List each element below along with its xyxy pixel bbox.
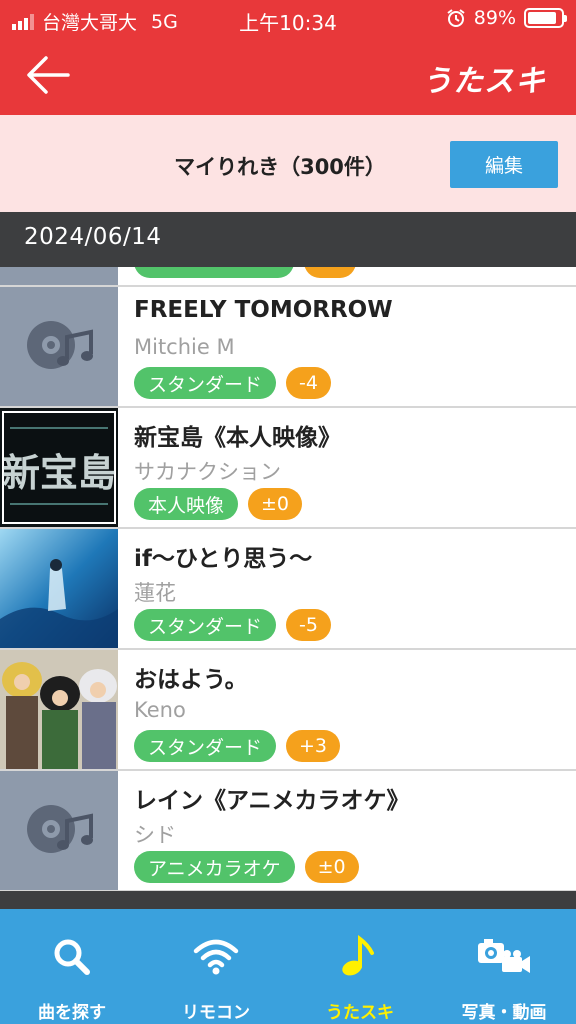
disc-music-icon [0, 771, 118, 890]
edit-button[interactable]: 編集 [450, 141, 558, 188]
tab-bar: 曲を探す リモコン うたスキ 写真・動画 [0, 909, 576, 1024]
navigation-bar: うたスキ [0, 38, 576, 115]
next-date-section-header [0, 891, 576, 911]
wifi-icon [193, 939, 239, 975]
song-title: レイン《アニメカラオケ》 [134, 788, 410, 814]
search-icon [54, 939, 90, 975]
battery-percent: 89% [473, 7, 516, 29]
artist-name: Mitchie M [134, 335, 235, 359]
brand-logo: うたスキ [422, 64, 546, 99]
key-badge: +3 [286, 730, 341, 762]
tab-remote[interactable]: リモコン [144, 909, 288, 1024]
key-badge: ±0 [248, 488, 303, 520]
album-artwork [0, 650, 118, 769]
song-title: 新宝島《本人映像》 [134, 425, 341, 451]
date-section-header: 2024/06/14 [0, 212, 576, 267]
category-badge: スタンダード [134, 609, 277, 641]
key-badge: ±0 [304, 851, 359, 883]
tab-search[interactable]: 曲を探す [0, 909, 144, 1024]
tab-utasuki[interactable]: うたスキ [288, 909, 432, 1024]
tab-label: 写真・動画 [461, 1003, 547, 1023]
list-item-partial[interactable] [0, 267, 576, 287]
list-item[interactable]: レイン《アニメカラオケ》 シド アニメカラオケ ±0 [0, 771, 576, 891]
tab-label: 曲を探す [38, 1003, 106, 1023]
music-note-icon [342, 935, 374, 976]
history-list[interactable]: FREELY TOMORROW Mitchie M スタンダード -4 新宝島 … [0, 267, 576, 891]
artist-name: シド [134, 823, 176, 847]
category-badge: 本人映像 [134, 488, 239, 520]
category-badge: スタンダード [134, 367, 277, 399]
artist-name: Keno [134, 698, 186, 722]
category-badge: アニメカラオケ [134, 851, 295, 883]
back-button[interactable] [18, 50, 74, 100]
key-badge: -4 [286, 367, 331, 399]
album-artwork: 新宝島 [0, 408, 118, 527]
song-title: if〜ひとり思う〜 [134, 546, 313, 572]
artist-name: サカナクション [134, 460, 281, 484]
back-arrow-icon [27, 56, 70, 94]
album-artwork [0, 529, 118, 648]
disc-music-icon [0, 287, 118, 406]
list-item[interactable]: おはよう。 Keno スタンダード +3 [0, 650, 576, 771]
tab-photo-video[interactable]: 写真・動画 [432, 909, 576, 1024]
song-title: おはよう。 [134, 667, 248, 693]
song-title: FREELY TOMORROW [134, 297, 393, 323]
camera-video-icon [478, 939, 530, 973]
artist-name: 蓮花 [134, 581, 176, 605]
status-bar: 台灣大哥大 5G 上午10:34 89% [0, 0, 576, 38]
list-item[interactable]: if〜ひとり思う〜 蓮花 スタンダード -5 [0, 529, 576, 650]
list-item[interactable]: 新宝島 新宝島《本人映像》 サカナクション 本人映像 ±0 [0, 408, 576, 529]
tab-label: リモコン [182, 1003, 250, 1023]
no-artwork-icon [0, 267, 118, 285]
tab-label: うたスキ [326, 1003, 394, 1023]
category-badge: スタンダード [134, 730, 277, 762]
alarm-icon [447, 9, 465, 27]
key-badge: -5 [286, 609, 331, 641]
list-item[interactable]: FREELY TOMORROW Mitchie M スタンダード -4 [0, 287, 576, 408]
page-title: マイりれき（300件） [174, 155, 386, 179]
history-header: マイりれき（300件） 編集 [0, 115, 576, 212]
app-header: 台灣大哥大 5G 上午10:34 89% うたスキ [0, 0, 576, 115]
battery-icon [524, 8, 567, 28]
svg-text:新宝島: 新宝島 [2, 451, 116, 495]
battery-level [528, 12, 556, 24]
